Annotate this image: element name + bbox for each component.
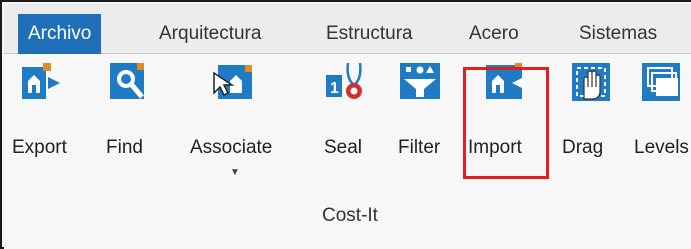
filter-icon [400, 63, 440, 99]
associate-icon [213, 65, 252, 99]
tab-sistemas[interactable]: Sistemas [569, 14, 667, 54]
chevron-down-icon[interactable]: ▼ [230, 167, 240, 178]
import-label: Import [468, 137, 522, 158]
tab-estructura[interactable]: Estructura [316, 14, 423, 54]
ribbon-group-label: Cost-It [322, 205, 378, 226]
find-label: Find [106, 137, 143, 158]
import-icon [486, 63, 524, 99]
drag-icon [572, 63, 610, 101]
tab-archivo[interactable]: Archivo [18, 14, 102, 54]
find-icon [110, 63, 144, 99]
app-frame: Archivo Arquitectura Estructura Acero Si… [0, 0, 691, 249]
levels-label: Levels [634, 137, 689, 158]
levels-icon [642, 63, 680, 101]
drag-label: Drag [562, 137, 604, 158]
seal-icon: 1 [326, 62, 362, 99]
tab-arquitectura[interactable]: Arquitectura [149, 14, 271, 54]
ribbon-tab-bar: Archivo Arquitectura Estructura Acero Si… [4, 4, 691, 54]
filter-label: Filter [398, 137, 441, 158]
seal-label: Seal [324, 137, 363, 158]
export-label: Export [12, 137, 67, 158]
svg-text:1: 1 [330, 80, 339, 97]
associate-label: Associate [190, 137, 273, 158]
ribbon-panel: Export Find Associate ▼ 1 Seal Filter Im… [4, 55, 691, 249]
export-icon [22, 63, 60, 99]
tab-acero[interactable]: Acero [459, 14, 529, 54]
